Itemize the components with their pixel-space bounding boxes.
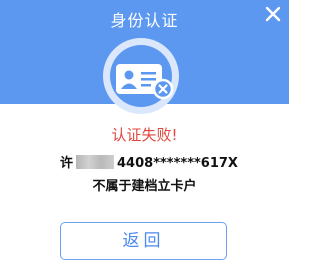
id-name-prefix: 许	[60, 156, 74, 171]
failure-message: 认证失败!	[111, 126, 178, 144]
redacted-name-mask	[76, 155, 115, 169]
auth-result-dialog: 身份认证 认证失败! 许 4408*******617X 不属于建档立卡户 返回	[0, 0, 289, 277]
close-icon	[265, 6, 281, 22]
eligibility-note: 不属于建档立卡户	[92, 179, 197, 194]
id-number: 4408*******617X	[117, 156, 238, 171]
close-button[interactable]	[261, 2, 285, 26]
id-card-error-icon	[116, 64, 174, 100]
back-button[interactable]: 返回	[60, 222, 227, 260]
dialog-title: 身份认证	[110, 11, 179, 30]
id-info: 许 4408*******617X	[60, 155, 238, 173]
